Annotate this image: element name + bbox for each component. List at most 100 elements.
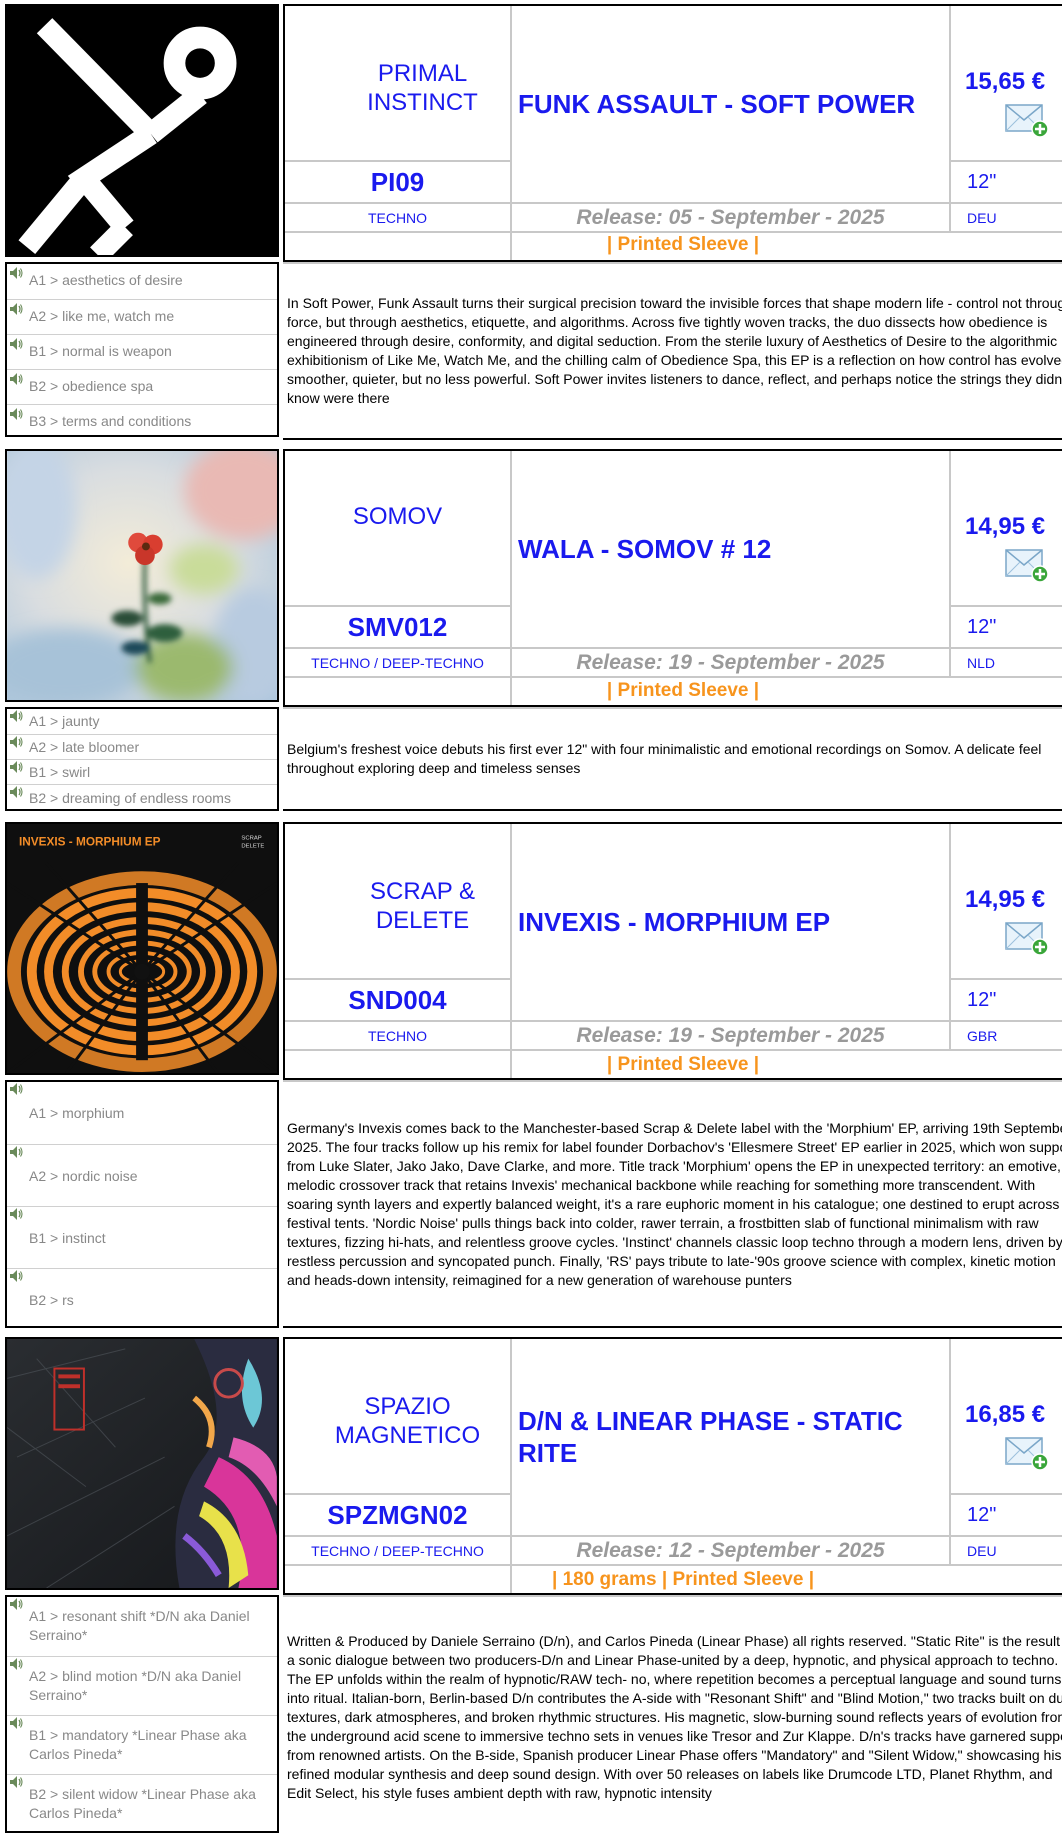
release-title-link[interactable]: INVEXIS - MORPHIUM EP	[512, 824, 949, 1020]
track-item[interactable]: B2 > rs	[7, 1268, 277, 1328]
release-info-box: SOMOV WALA - SOMOV # 12 14,95 € SMV012 1…	[283, 449, 1062, 707]
track-item[interactable]: A2 > nordic noise	[7, 1144, 277, 1206]
track-title: A1 > morphium	[29, 1105, 125, 1121]
cover-image	[7, 6, 277, 255]
track-title: A2 > blind motion *D/N aka Daniel Serrai…	[29, 1668, 242, 1703]
tracklist: A1 > jaunty A2 > late bloomer B1 > swirl…	[5, 707, 279, 811]
speaker-icon[interactable]	[9, 266, 23, 280]
release-info-box: PRIMAL INSTINCT FUNK ASSAULT - SOFT POWE…	[283, 4, 1062, 262]
track-item[interactable]: B1 > swirl	[7, 759, 277, 784]
speaker-icon[interactable]	[9, 337, 23, 351]
release-title-link[interactable]: WALA - SOMOV # 12	[512, 451, 949, 647]
track-item[interactable]: B1 > mandatory *Linear Phase aka Carlos …	[7, 1715, 277, 1774]
cover-art[interactable]	[5, 1337, 279, 1590]
speaker-icon[interactable]	[9, 760, 23, 774]
label-link[interactable]: PRIMAL INSTINCT	[335, 16, 510, 160]
catalog-number[interactable]: PI09	[285, 162, 510, 202]
track-title: A2 > nordic noise	[29, 1168, 138, 1184]
track-item[interactable]: A1 > aesthetics of desire	[7, 264, 277, 299]
track-title: A2 > late bloomer	[29, 739, 140, 755]
track-title: B1 > instinct	[29, 1230, 106, 1246]
track-title: B3 > terms and conditions	[29, 413, 192, 429]
genre-link[interactable]: TECHNO / DEEP-TECHNO	[285, 1537, 510, 1564]
track-title: B2 > silent widow *Linear Phase aka Carl…	[29, 1786, 256, 1821]
track-item[interactable]: A2 > blind motion *D/N aka Daniel Serrai…	[7, 1656, 277, 1715]
tracklist: A1 > resonant shift *D/N aka Daniel Serr…	[5, 1595, 279, 1833]
speaker-icon[interactable]	[9, 1207, 23, 1221]
cover-text: SCRAP	[241, 836, 261, 842]
format: 12"	[967, 615, 997, 638]
speaker-icon[interactable]	[9, 1716, 23, 1730]
track-title: B2 > dreaming of endless rooms	[29, 790, 231, 806]
envelope-add-icon[interactable]	[1005, 1435, 1049, 1471]
track-item[interactable]: A1 > jaunty	[7, 709, 277, 734]
speaker-icon[interactable]	[9, 1269, 23, 1283]
envelope-add-icon[interactable]	[1005, 920, 1049, 956]
envelope-add-icon[interactable]	[1005, 547, 1049, 583]
speaker-icon[interactable]	[9, 372, 23, 386]
cover-image	[7, 1339, 277, 1588]
price-value: 14,95 €	[965, 886, 1046, 913]
track-title: A2 > like me, watch me	[29, 308, 175, 324]
label-link[interactable]: SCRAP & DELETE	[335, 834, 510, 978]
track-item[interactable]: B1 > normal is weapon	[7, 334, 277, 369]
catalog-number[interactable]: SND004	[285, 980, 510, 1020]
track-item[interactable]: B1 > instinct	[7, 1206, 277, 1268]
country: GBR	[967, 1027, 998, 1044]
track-item[interactable]: B2 > dreaming of endless rooms	[7, 784, 277, 811]
speaker-icon[interactable]	[9, 735, 23, 749]
sleeve-info: | Printed Sleeve |	[606, 234, 760, 255]
cover-art[interactable]	[5, 449, 279, 702]
speaker-icon[interactable]	[9, 1775, 23, 1789]
track-item[interactable]: B2 > silent widow *Linear Phase aka Carl…	[7, 1774, 277, 1833]
catalog-number[interactable]: SMV012	[285, 607, 510, 647]
speaker-icon[interactable]	[9, 785, 23, 799]
label-link[interactable]: SOMOV	[285, 461, 510, 571]
speaker-icon[interactable]	[9, 302, 23, 316]
sleeve-info: | 180 grams | Printed Sleeve |	[551, 1569, 815, 1590]
genre-link[interactable]: TECHNO / DEEP-TECHNO	[285, 649, 510, 676]
sleeve-info: | Printed Sleeve |	[606, 680, 760, 701]
speaker-icon[interactable]	[9, 407, 23, 421]
cover-text: DELETE	[241, 844, 264, 850]
track-title: A1 > jaunty	[29, 713, 100, 729]
envelope-add-icon[interactable]	[1005, 102, 1049, 138]
price-cell: 14,95 €	[951, 451, 1062, 605]
track-title: B2 > obedience spa	[29, 378, 154, 394]
country: DEU	[967, 209, 997, 226]
cover-art[interactable]	[5, 4, 279, 257]
release-info-box: SPAZIO MAGNETICO D/N & LINEAR PHASE - ST…	[283, 1337, 1062, 1595]
release-info-box: SCRAP & DELETE INVEXIS - MORPHIUM EP 14,…	[283, 822, 1062, 1080]
track-item[interactable]: A2 > like me, watch me	[7, 299, 277, 334]
track-item[interactable]: A1 > resonant shift *D/N aka Daniel Serr…	[7, 1597, 277, 1656]
release-date: Release: 05 - September - 2025	[576, 205, 885, 229]
track-item[interactable]: B3 > terms and conditions	[7, 404, 277, 437]
release-date: Release: 12 - September - 2025	[576, 1538, 885, 1562]
genre-link[interactable]: TECHNO	[285, 204, 510, 231]
track-item[interactable]: B2 > obedience spa	[7, 369, 277, 404]
track-item[interactable]: A2 > late bloomer	[7, 734, 277, 759]
speaker-icon[interactable]	[9, 1657, 23, 1671]
genre-link[interactable]: TECHNO	[285, 1022, 510, 1049]
track-title: B1 > normal is weapon	[29, 343, 172, 359]
price-value: 16,85 €	[965, 1401, 1046, 1428]
price-cell: 16,85 €	[951, 1339, 1062, 1493]
track-title: A1 > aesthetics of desire	[29, 272, 183, 288]
speaker-icon[interactable]	[9, 1597, 23, 1611]
release-description: Belgium's freshest voice debuts his firs…	[283, 707, 1062, 811]
speaker-icon[interactable]	[9, 1082, 23, 1096]
release-title-link[interactable]: FUNK ASSAULT - SOFT POWER	[512, 6, 949, 202]
country: DEU	[967, 1542, 997, 1559]
catalog-number[interactable]: SPZMGN02	[285, 1495, 510, 1535]
speaker-icon[interactable]	[9, 1145, 23, 1159]
label-link[interactable]: SPAZIO MAGNETICO	[305, 1349, 510, 1493]
release-title-link[interactable]: D/N & LINEAR PHASE - STATIC RITE	[512, 1339, 949, 1535]
release-date: Release: 19 - September - 2025	[576, 1023, 885, 1047]
track-title: B1 > swirl	[29, 764, 91, 780]
format: 12"	[967, 988, 997, 1011]
cover-art[interactable]: INVEXIS - MORPHIUM EP SCRAP DELETE	[5, 822, 279, 1075]
tracklist: A1 > morphium A2 > nordic noise B1 > ins…	[5, 1080, 279, 1328]
price-cell: 14,95 €	[951, 824, 1062, 978]
speaker-icon[interactable]	[9, 709, 23, 723]
track-item[interactable]: A1 > morphium	[7, 1082, 277, 1144]
